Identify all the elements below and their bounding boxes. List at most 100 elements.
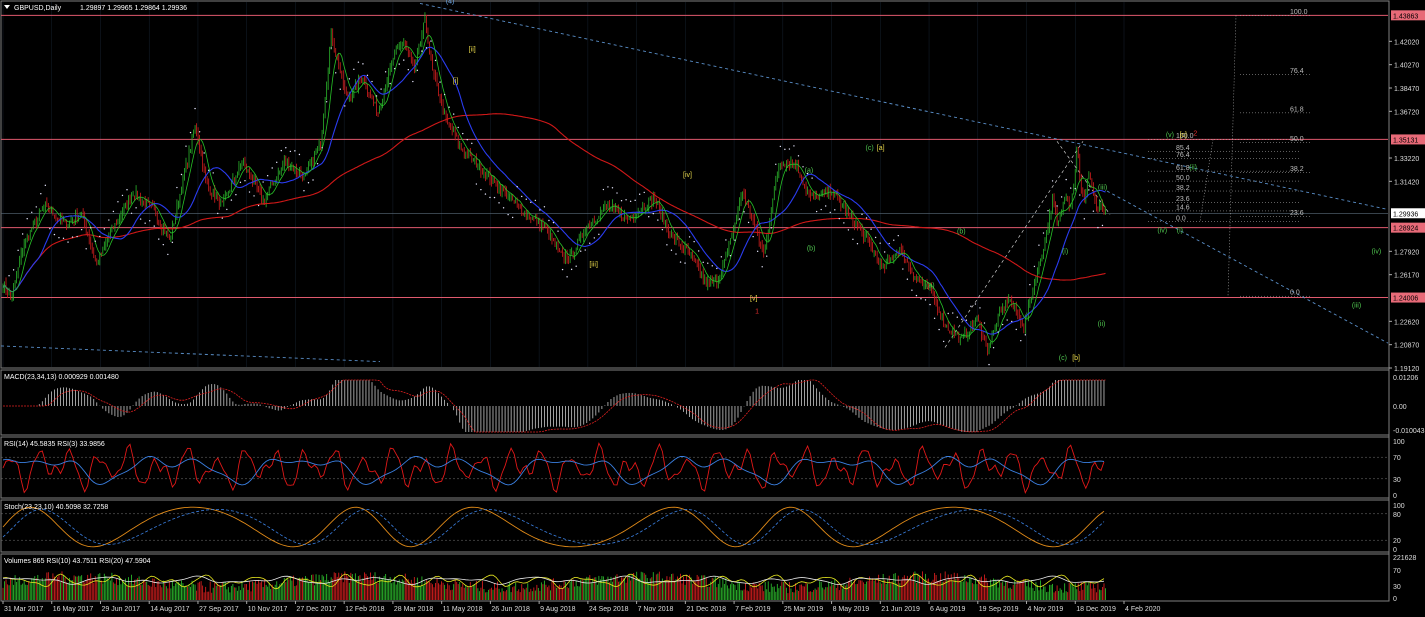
wave-label: (ii) (1189, 165, 1197, 172)
price-label: 1.20870 (1394, 343, 1419, 350)
sar-dot (230, 199, 233, 201)
wave-label: [iv] (683, 172, 692, 179)
sar-dot (911, 289, 913, 291)
sar-dot (412, 80, 414, 83)
sar-dot (498, 202, 500, 204)
sar-dot (852, 238, 854, 240)
sar-dot (85, 248, 87, 250)
sar-dot (938, 328, 940, 331)
price-label: 1.26170 (1394, 273, 1419, 280)
sar-dot (929, 303, 931, 306)
price-label: 1.22620 (1394, 319, 1419, 326)
sar-dot (153, 225, 155, 227)
sar-dot (31, 211, 33, 214)
sar-dot (883, 251, 886, 253)
volumes-pane[interactable]: Volumes 865 RSI(10) 43.7511 RSI(20) 47.5… (0, 553, 1416, 603)
sar-dot (94, 240, 96, 242)
sar-dot (1038, 244, 1040, 246)
sar-dot (1047, 210, 1049, 212)
sar-dot (915, 294, 918, 297)
sar-dot (44, 184, 47, 187)
date-label: 31 Mar 2017 (4, 606, 43, 613)
sar-dot (126, 189, 128, 191)
sar-dot (720, 256, 723, 258)
main-price-pane[interactable]: 100.076.461.850.038.223.60.0100.085.476.… (0, 0, 1390, 369)
sar-dot (548, 219, 550, 222)
sar-dot (316, 163, 319, 165)
sar-dot (425, 47, 428, 49)
wave-label: (iii) (1352, 303, 1361, 310)
indicator-axis-label: 221628 (1393, 555, 1416, 562)
sar-dot (770, 227, 772, 229)
sar-dot (271, 167, 273, 169)
sar-dot (371, 80, 373, 83)
sar-dot (589, 242, 591, 244)
sar-dot (743, 211, 745, 213)
sar-dot (952, 312, 954, 314)
sar-dot (1097, 226, 1099, 229)
sar-dot (643, 191, 645, 194)
sar-dot (439, 81, 441, 83)
sar-dot (634, 199, 636, 202)
sar-dot (920, 298, 922, 300)
indicator-axis-label: 0 (1393, 493, 1397, 500)
sar-dot (217, 212, 219, 215)
sar-dot (825, 205, 827, 207)
indicator-axis-label: 30 (1393, 477, 1401, 484)
sar-dot (1011, 320, 1013, 323)
date-label: 7 Feb 2019 (735, 606, 771, 613)
price-label: 1.40270 (1394, 63, 1419, 70)
date-label: 26 Jun 2018 (491, 606, 530, 613)
volumes-title: Volumes 865 RSI(10) 43.7511 RSI(20) 47.5… (4, 558, 151, 565)
fib-level-label: 76.4 (1290, 68, 1304, 75)
trading-chart[interactable]: 100.076.461.850.038.223.60.0100.085.476.… (0, 0, 1425, 617)
fib-level-label: 14.6 (1176, 205, 1190, 212)
sar-dot (185, 145, 187, 147)
sar-dot (266, 175, 269, 177)
sar-dot (997, 331, 999, 333)
sar-dot (462, 132, 464, 135)
sar-dot (679, 261, 682, 263)
sar-dot (788, 148, 791, 150)
sar-dot (847, 229, 850, 231)
wave-label: (a) (805, 168, 814, 175)
indicator-axis-label: 70 (1393, 455, 1401, 462)
price-label: 1.19120 (1394, 366, 1419, 373)
wave-label: [ii] (469, 47, 476, 54)
sar-dot (171, 241, 174, 244)
sar-dot (389, 82, 391, 85)
sar-dot (584, 249, 586, 251)
date-axis[interactable]: 31 Mar 2017 16 May 2017 29 Jun 2017 14 Aug … (2, 601, 1161, 613)
sar-dot (1070, 187, 1072, 189)
sar-dot (121, 194, 124, 197)
fib-level-label: 61.8 (1176, 165, 1190, 172)
stoch-pane[interactable]: Stoch(23,23,10) 40.5098 32.7258 100 80 20 0 (0, 499, 1405, 554)
sar-dot (452, 113, 455, 115)
sar-dot (1092, 210, 1095, 212)
date-label: 10 Nov 2017 (248, 606, 288, 613)
wave-label: (i) (1062, 249, 1068, 256)
sar-dot (874, 236, 877, 239)
rsi-pane[interactable]: RSI(14) 45.5835 RSI(3) 33.9856 100 70 30 0 (0, 436, 1405, 500)
sar-dot (344, 105, 346, 107)
sar-dot (992, 346, 995, 349)
sar-dot (307, 182, 310, 184)
sar-dot (666, 244, 668, 246)
sar-dot (811, 177, 813, 179)
sar-dot (12, 269, 15, 271)
sar-dot (525, 198, 527, 200)
date-label: 4 Feb 2020 (1125, 606, 1161, 613)
sar-dot (148, 220, 151, 222)
sar-dot (602, 188, 605, 191)
sar-dot (294, 150, 296, 152)
sar-dot (194, 107, 196, 110)
date-label: 11 May 2018 (443, 606, 483, 613)
volumes-axis: 221628 70 30 0 (1393, 555, 1416, 603)
sar-dot (335, 72, 337, 74)
macd-pane[interactable]: MACD(23,34,13) 0.000929 0.001480 0.01206… (0, 369, 1425, 436)
wave-label: (a) (926, 283, 935, 290)
sar-dot (144, 222, 146, 224)
sar-dot (711, 265, 713, 267)
sar-dot (167, 253, 169, 256)
fib-level-label: 50.0 (1290, 136, 1304, 143)
